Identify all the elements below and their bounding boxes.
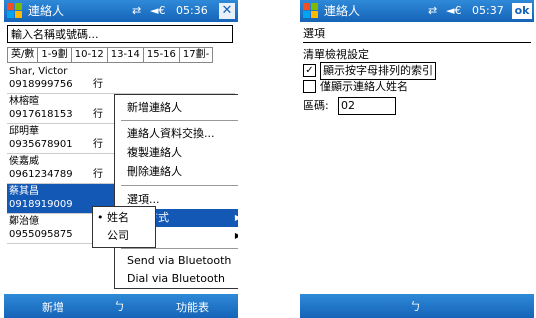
menu-divider bbox=[121, 120, 238, 121]
close-icon[interactable]: ✕ bbox=[219, 3, 235, 19]
menu-item-send-bluetooth[interactable]: Send via Bluetooth bbox=[115, 252, 238, 270]
menu-divider bbox=[121, 185, 238, 186]
contact-phone: 0918919009 bbox=[9, 199, 73, 210]
keyboard-icon[interactable]: ㄅ bbox=[410, 298, 421, 314]
contact-name: 侯嘉威 bbox=[9, 156, 39, 167]
keyboard-icon[interactable]: ㄅ bbox=[114, 298, 125, 314]
menu-item-delete[interactable]: 刪除連絡人 bbox=[115, 163, 238, 181]
contact-phone: 0961234789 bbox=[9, 169, 73, 180]
volume-icon[interactable]: ◄€ bbox=[150, 3, 165, 19]
option-names-only[interactable]: 僅顯示連絡人姓名 bbox=[303, 79, 408, 95]
page-title: 選項 bbox=[303, 27, 325, 40]
clock[interactable]: 05:36 bbox=[176, 3, 208, 19]
tab-index[interactable]: 10-12 bbox=[70, 47, 107, 63]
soft-key-bar: 新增 ㄅ 功能表 bbox=[4, 294, 238, 318]
windows-start-icon[interactable] bbox=[7, 3, 23, 19]
contacts-screen: 連絡人 ⇄ ◄€ 05:36 ✕ 輸入名稱或號碼... 英/數 1-9劃 10-… bbox=[4, 0, 238, 318]
tab-index[interactable]: 17劃- bbox=[178, 47, 214, 63]
popup-menu: 新增連絡人 連絡人資料交換... 複製連絡人 刪除連絡人 選項... 方式 ▶ … bbox=[114, 94, 238, 289]
menu-item-exchange[interactable]: 連絡人資料交換... bbox=[115, 125, 238, 143]
tab-index[interactable]: 15-16 bbox=[142, 47, 179, 63]
app-title: 連絡人 bbox=[324, 4, 361, 18]
contact-phone-type: 行 bbox=[93, 139, 103, 150]
sort-submenu: • 姓名 公司 bbox=[92, 206, 156, 248]
checkbox-unchecked[interactable] bbox=[303, 79, 316, 93]
contact-phone: 0918999756 bbox=[9, 79, 73, 90]
contact-phone-type: 行 bbox=[93, 169, 103, 180]
submenu-label: 公司 bbox=[107, 229, 129, 242]
tab-index[interactable]: 13-14 bbox=[106, 47, 143, 63]
windows-start-icon[interactable] bbox=[303, 3, 319, 19]
index-tabs: 英/數 1-9劃 10-12 13-14 15-16 17劃- bbox=[7, 47, 235, 63]
search-input[interactable]: 輸入名稱或號碼... bbox=[7, 25, 233, 43]
ok-button[interactable]: ok bbox=[512, 3, 532, 19]
bullet-icon: • bbox=[97, 211, 104, 224]
section-heading: 清單檢視設定 bbox=[303, 48, 369, 61]
title-bar: 連絡人 ⇄ ◄€ 05:36 ✕ bbox=[4, 0, 238, 22]
contact-phone: 0955095875 bbox=[9, 229, 73, 240]
contact-name: 邱明華 bbox=[9, 126, 39, 137]
clock[interactable]: 05:37 bbox=[472, 3, 504, 19]
area-code-label: 區碼: bbox=[303, 99, 329, 112]
sync-icon[interactable]: ⇄ bbox=[132, 3, 141, 19]
sync-icon[interactable]: ⇄ bbox=[428, 3, 437, 19]
tab-index[interactable]: 1-9劃 bbox=[37, 47, 71, 63]
menu-item-new-contact[interactable]: 新增連絡人 bbox=[115, 99, 238, 117]
submenu-item-company[interactable]: 公司 bbox=[93, 227, 155, 245]
softkey-right[interactable]: 功能表 bbox=[176, 299, 209, 315]
contact-name: Shar, Victor bbox=[9, 66, 68, 77]
chevron-right-icon: ▶ bbox=[234, 213, 238, 222]
submenu-item-name[interactable]: • 姓名 bbox=[93, 209, 155, 227]
checkbox-checked[interactable]: ✓ bbox=[303, 63, 316, 77]
menu-item-dial-bluetooth[interactable]: Dial via Bluetooth bbox=[115, 270, 238, 288]
area-code-input[interactable]: 02 bbox=[338, 97, 396, 115]
app-title: 連絡人 bbox=[28, 4, 65, 18]
title-bar: 連絡人 ⇄ ◄€ 05:37 ok bbox=[300, 0, 534, 22]
contact-name: 林榕暄 bbox=[9, 96, 39, 107]
chevron-right-icon: ▶ bbox=[234, 231, 238, 240]
contact-phone-type: 行 bbox=[93, 109, 103, 120]
tab-index[interactable]: 英/數 bbox=[7, 47, 38, 63]
option-label: 顯示按字母排列的索引 bbox=[320, 62, 436, 80]
options-screen: 連絡人 ⇄ ◄€ 05:37 ok 選項 清單檢視設定 ✓ 顯示按字母排列的索引 … bbox=[300, 0, 534, 318]
menu-item-copy[interactable]: 複製連絡人 bbox=[115, 144, 238, 162]
option-label: 僅顯示連絡人姓名 bbox=[320, 80, 408, 93]
contact-name: 鄭治億 bbox=[9, 216, 39, 227]
submenu-label: 姓名 bbox=[107, 211, 129, 224]
menu-divider bbox=[121, 248, 238, 249]
list-item[interactable]: Shar, Victor 0918999756 行 bbox=[7, 64, 235, 94]
divider bbox=[303, 42, 531, 43]
contact-phone: 0917618153 bbox=[9, 109, 73, 120]
contact-name: 蔡其昌 bbox=[9, 186, 39, 197]
contact-phone-type: 行 bbox=[93, 79, 103, 90]
volume-icon[interactable]: ◄€ bbox=[446, 3, 461, 19]
soft-key-bar: ㄅ bbox=[300, 294, 534, 318]
contact-phone: 0935678901 bbox=[9, 139, 73, 150]
softkey-left[interactable]: 新增 bbox=[42, 299, 64, 315]
option-show-index[interactable]: ✓ 顯示按字母排列的索引 bbox=[303, 62, 436, 80]
